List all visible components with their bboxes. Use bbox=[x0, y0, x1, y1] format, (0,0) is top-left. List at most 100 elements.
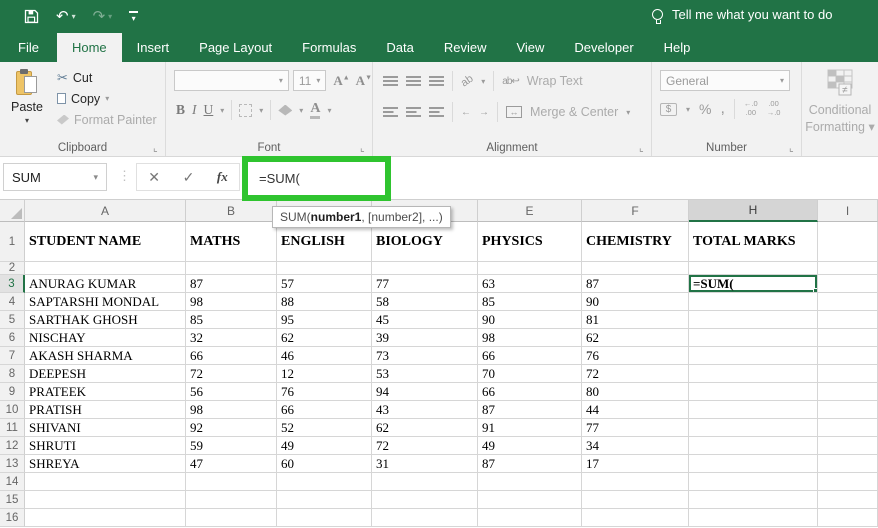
cell-H9[interactable] bbox=[689, 383, 818, 401]
cell-A1[interactable]: STUDENT NAME bbox=[25, 222, 186, 262]
cell-E2[interactable] bbox=[478, 262, 582, 275]
borders-dropdown[interactable]: ▾ bbox=[259, 106, 263, 115]
cell-I16[interactable] bbox=[818, 509, 878, 527]
cell-A9[interactable]: PRATEEK bbox=[25, 383, 186, 401]
select-all-corner[interactable] bbox=[0, 200, 25, 222]
cell-H1[interactable]: TOTAL MARKS bbox=[689, 222, 818, 262]
tab-view[interactable]: View bbox=[501, 33, 559, 62]
row-header-3[interactable]: 3 bbox=[0, 275, 25, 293]
name-box-dropdown[interactable]: ▾ bbox=[93, 172, 98, 183]
cell-A14[interactable] bbox=[25, 473, 186, 491]
decrease-decimal-icon[interactable]: .00 →.0 bbox=[767, 100, 781, 117]
row-header-5[interactable]: 5 bbox=[0, 311, 25, 329]
row-header-4[interactable]: 4 bbox=[0, 293, 25, 311]
cell-I6[interactable] bbox=[818, 329, 878, 347]
font-size-combobox[interactable]: 11 ▾ bbox=[292, 70, 327, 91]
row-header-10[interactable]: 10 bbox=[0, 401, 25, 419]
cell-D3[interactable]: 77 bbox=[372, 275, 478, 293]
cell-A13[interactable]: SHREYA bbox=[25, 455, 186, 473]
cell-H3[interactable]: =SUM( bbox=[689, 275, 818, 293]
tab-insert[interactable]: Insert bbox=[122, 33, 185, 62]
clipboard-dialog-launcher[interactable]: ⌞ bbox=[153, 144, 162, 154]
cell-H11[interactable] bbox=[689, 419, 818, 437]
underline-dropdown[interactable]: ▾ bbox=[220, 106, 224, 115]
tab-file[interactable]: File bbox=[0, 33, 57, 62]
font-size-dropdown[interactable]: ▾ bbox=[316, 76, 320, 85]
cell-C5[interactable]: 95 bbox=[277, 311, 372, 329]
merge-center-dropdown[interactable]: ▾ bbox=[626, 108, 630, 117]
cell-C6[interactable]: 62 bbox=[277, 329, 372, 347]
cell-B4[interactable]: 98 bbox=[186, 293, 277, 311]
cell-B8[interactable]: 72 bbox=[186, 365, 277, 383]
cell-I14[interactable] bbox=[818, 473, 878, 491]
orientation-icon[interactable]: ab bbox=[459, 73, 476, 90]
cell-A16[interactable] bbox=[25, 509, 186, 527]
row-header-2[interactable]: 2 bbox=[0, 262, 25, 275]
cell-C1[interactable]: ENGLISH bbox=[277, 222, 372, 262]
cell-C2[interactable] bbox=[277, 262, 372, 275]
cell-B9[interactable]: 56 bbox=[186, 383, 277, 401]
alignment-dialog-launcher[interactable]: ⌞ bbox=[639, 144, 648, 154]
cell-C15[interactable] bbox=[277, 491, 372, 509]
customize-qat-button[interactable]: ▾ bbox=[129, 10, 139, 23]
paste-button[interactable]: Paste ▾ bbox=[0, 67, 54, 130]
cell-C13[interactable]: 60 bbox=[277, 455, 372, 473]
accounting-format-icon[interactable]: $ bbox=[660, 102, 677, 116]
cell-E13[interactable]: 87 bbox=[478, 455, 582, 473]
bold-button[interactable]: B bbox=[176, 102, 185, 118]
tab-formulas[interactable]: Formulas bbox=[287, 33, 371, 62]
row-header-15[interactable]: 15 bbox=[0, 491, 25, 509]
shrink-font-button[interactable]: A▼ bbox=[356, 73, 372, 89]
cell-H7[interactable] bbox=[689, 347, 818, 365]
cell-B11[interactable]: 92 bbox=[186, 419, 277, 437]
column-header-F[interactable]: F bbox=[582, 200, 689, 222]
cell-F9[interactable]: 80 bbox=[582, 383, 689, 401]
cell-F7[interactable]: 76 bbox=[582, 347, 689, 365]
align-center-icon[interactable] bbox=[406, 107, 421, 117]
cell-I15[interactable] bbox=[818, 491, 878, 509]
cell-F13[interactable]: 17 bbox=[582, 455, 689, 473]
cell-E11[interactable]: 91 bbox=[478, 419, 582, 437]
tab-help[interactable]: Help bbox=[649, 33, 706, 62]
row-header-16[interactable]: 16 bbox=[0, 509, 25, 527]
cell-F5[interactable]: 81 bbox=[582, 311, 689, 329]
cell-E5[interactable]: 90 bbox=[478, 311, 582, 329]
tab-data[interactable]: Data bbox=[371, 33, 428, 62]
accounting-format-dropdown[interactable]: ▾ bbox=[686, 105, 690, 114]
align-left-icon[interactable] bbox=[383, 107, 398, 117]
cell-I3[interactable] bbox=[818, 275, 878, 293]
cell-C12[interactable]: 49 bbox=[277, 437, 372, 455]
cell-H10[interactable] bbox=[689, 401, 818, 419]
cell-I7[interactable] bbox=[818, 347, 878, 365]
cell-F11[interactable]: 77 bbox=[582, 419, 689, 437]
cell-C16[interactable] bbox=[277, 509, 372, 527]
cell-A5[interactable]: SARTHAK GHOSH bbox=[25, 311, 186, 329]
insert-function-icon[interactable]: fx bbox=[217, 169, 228, 185]
cell-I1[interactable] bbox=[818, 222, 878, 262]
row-header-14[interactable]: 14 bbox=[0, 473, 25, 491]
cell-C7[interactable]: 46 bbox=[277, 347, 372, 365]
save-button[interactable] bbox=[24, 9, 39, 24]
cell-I11[interactable] bbox=[818, 419, 878, 437]
cell-F12[interactable]: 34 bbox=[582, 437, 689, 455]
cell-H5[interactable] bbox=[689, 311, 818, 329]
cell-D9[interactable]: 94 bbox=[372, 383, 478, 401]
merge-center-button[interactable]: Merge & Center bbox=[530, 105, 618, 119]
column-header-B[interactable]: B bbox=[186, 200, 277, 222]
cell-D7[interactable]: 73 bbox=[372, 347, 478, 365]
cell-H8[interactable] bbox=[689, 365, 818, 383]
cell-C3[interactable]: 57 bbox=[277, 275, 372, 293]
tab-home[interactable]: Home bbox=[56, 33, 122, 62]
align-right-icon[interactable] bbox=[429, 107, 444, 117]
cell-D12[interactable]: 72 bbox=[372, 437, 478, 455]
cell-B6[interactable]: 32 bbox=[186, 329, 277, 347]
cell-I8[interactable] bbox=[818, 365, 878, 383]
cell-A10[interactable]: PRATISH bbox=[25, 401, 186, 419]
cut-button[interactable]: ✂ Cut bbox=[57, 67, 157, 88]
cell-H2[interactable] bbox=[689, 262, 818, 275]
cell-F3[interactable]: 87 bbox=[582, 275, 689, 293]
cell-D11[interactable]: 62 bbox=[372, 419, 478, 437]
cell-E15[interactable] bbox=[478, 491, 582, 509]
number-format-combobox[interactable]: General ▾ bbox=[660, 70, 790, 91]
align-top-icon[interactable] bbox=[383, 76, 398, 86]
